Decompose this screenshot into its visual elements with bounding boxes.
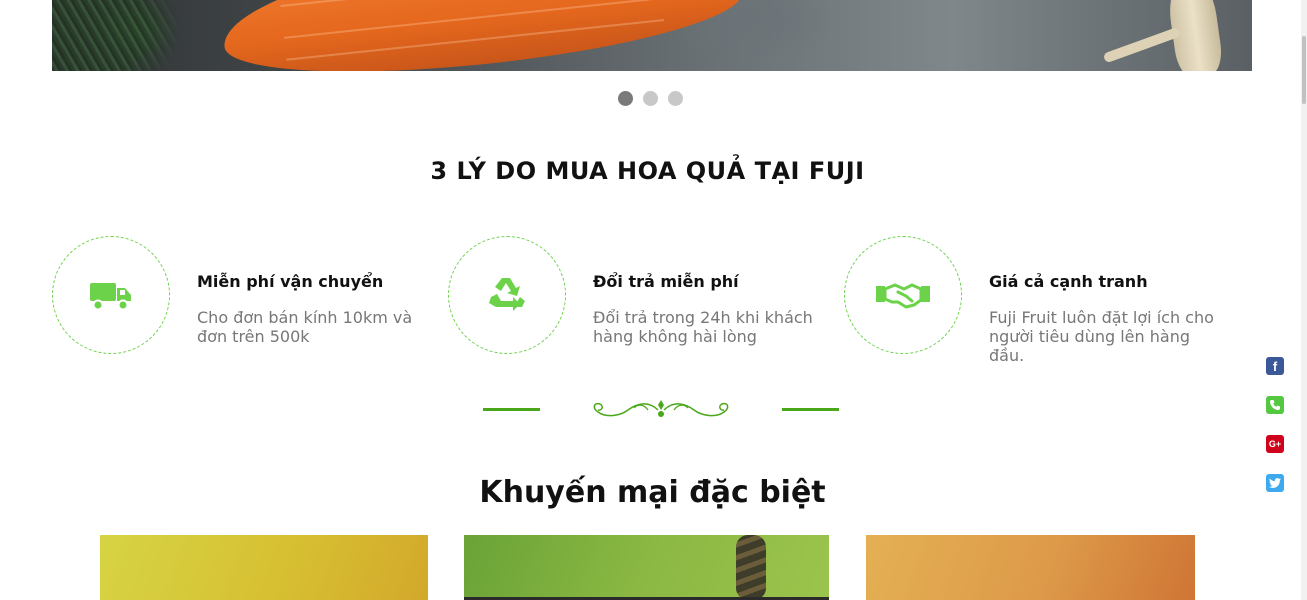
promo-card-2[interactable] — [464, 535, 829, 600]
slider-dots — [618, 91, 683, 106]
google-plus-glyph: G+ — [1268, 439, 1282, 449]
handshake-icon — [876, 283, 930, 309]
feature-title: Miễn phí vận chuyển — [197, 272, 384, 291]
promo-card-1[interactable] — [100, 535, 428, 600]
facebook-icon[interactable]: f — [1266, 357, 1284, 375]
herb-leaves-decoration — [52, 0, 192, 71]
facebook-glyph: f — [1272, 358, 1278, 374]
flourish-ornament-icon — [593, 400, 729, 417]
divider-line-right — [782, 408, 839, 411]
phone-icon[interactable] — [1266, 396, 1284, 414]
feature-description: Đổi trả trong 24h khi khách hàng không h… — [593, 308, 813, 346]
bitter-gourd-decoration — [736, 535, 766, 600]
feature-icon-circle — [844, 236, 962, 354]
carrot-decoration — [217, 0, 747, 71]
feature-competitive-price: Giá cả cạnh tranh Fuji Fruit luôn đặt lợ… — [844, 236, 1234, 365]
feature-title: Giá cả cạnh tranh — [989, 272, 1148, 291]
hero-banner-image[interactable] — [52, 0, 1252, 71]
feature-description: Fuji Fruit luôn đặt lợi ích cho người ti… — [989, 308, 1214, 365]
feature-free-shipping: Miễn phí vận chuyển Cho đơn bán kính 10k… — [52, 236, 442, 356]
feature-icon-circle — [52, 236, 170, 354]
feature-description: Cho đơn bán kính 10km và đơn trên 500k — [197, 308, 413, 346]
feature-free-returns: Đổi trả miễn phí Đổi trả trong 24h khi k… — [448, 236, 838, 356]
recycle-icon — [489, 278, 525, 311]
truck-icon — [90, 283, 131, 311]
feature-title: Đổi trả miễn phí — [593, 272, 739, 291]
google-plus-icon[interactable]: G+ — [1266, 435, 1284, 453]
divider-line-left — [483, 408, 540, 411]
page-scrollbar-thumb[interactable] — [1302, 36, 1306, 104]
promo-heading: Khuyến mại đặc biệt — [479, 475, 826, 510]
parsnip-root-decoration — [1102, 26, 1182, 64]
reasons-heading: 3 LÝ DO MUA HOA QUẢ TẠI FUJI — [430, 157, 865, 185]
twitter-icon[interactable] — [1266, 474, 1284, 492]
slider-dot-1[interactable] — [618, 91, 633, 106]
slider-dot-2[interactable] — [643, 91, 658, 106]
promo-card-3[interactable] — [866, 535, 1195, 600]
feature-icon-circle — [448, 236, 566, 354]
slider-dot-3[interactable] — [668, 91, 683, 106]
phone-glyph-icon — [1270, 400, 1280, 410]
twitter-bird-icon — [1269, 478, 1281, 488]
